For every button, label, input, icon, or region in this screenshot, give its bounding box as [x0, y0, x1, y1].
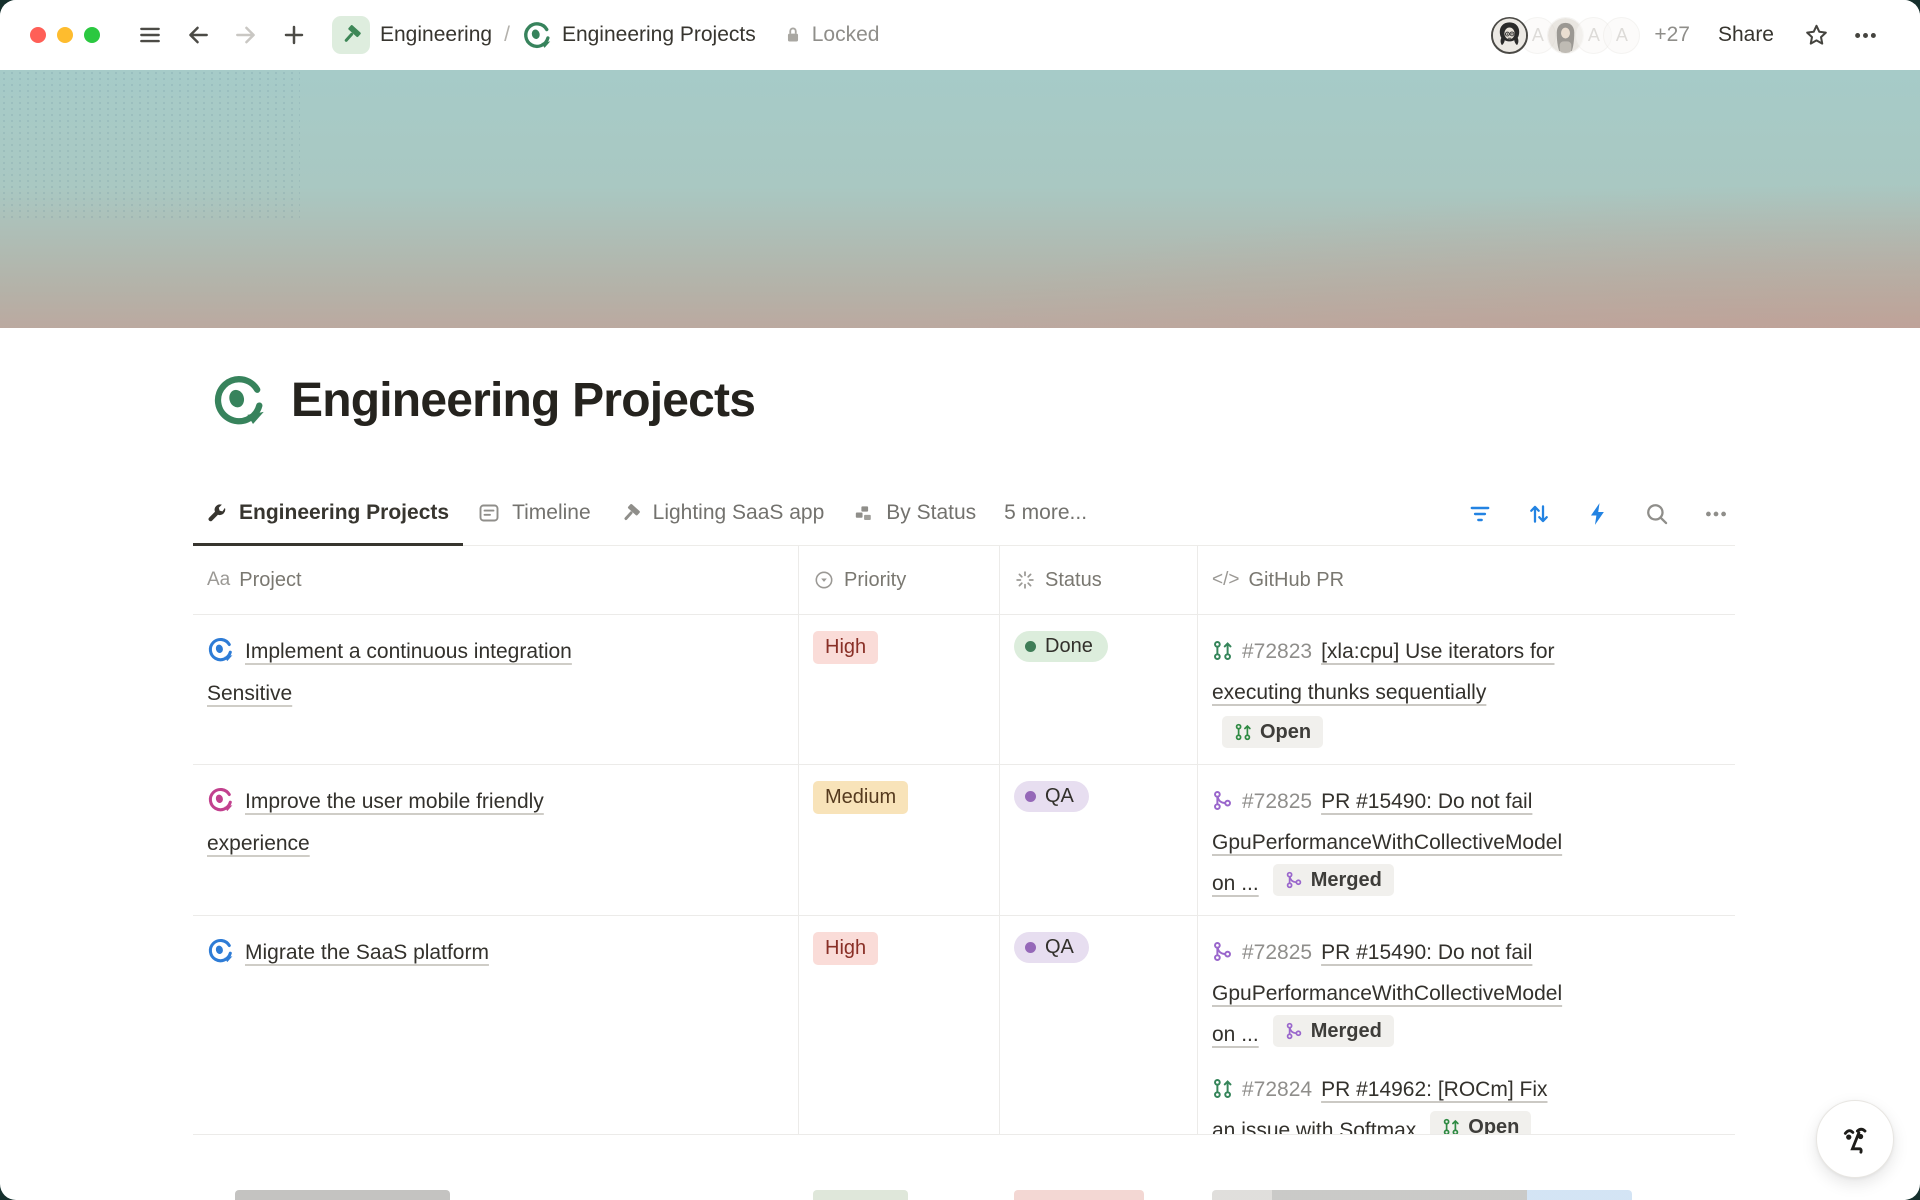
table-row-partial: [193, 1187, 1735, 1200]
project-page-swirl-icon: [207, 636, 234, 663]
breadcrumb-workspace[interactable]: Engineering: [380, 23, 492, 47]
breadcrumb: Engineering / Engineering Projects: [332, 16, 756, 54]
pr-open-icon: [1212, 1078, 1233, 1099]
column-header-status[interactable]: Status: [1000, 546, 1198, 614]
column-header-github-pr[interactable]: </> GitHub PR: [1198, 546, 1735, 614]
status-dot: [1025, 791, 1036, 802]
cell-priority[interactable]: High: [799, 614, 1000, 764]
favorite-star-button[interactable]: [1799, 18, 1834, 53]
pr-state-badge: Merged: [1273, 1015, 1394, 1047]
tab-timeline[interactable]: Timeline: [463, 483, 605, 546]
back-button[interactable]: [181, 18, 215, 52]
tab-engineering-projects[interactable]: Engineering Projects: [193, 483, 463, 546]
search-icon[interactable]: [1642, 499, 1672, 529]
page-title[interactable]: Engineering Projects: [291, 373, 755, 428]
app-window: Engineering / Engineering Projects Locke…: [0, 0, 1920, 1200]
view-more-icon[interactable]: [1701, 499, 1731, 529]
pr-merged-icon: [1212, 941, 1233, 962]
pr-open-icon: [1212, 640, 1233, 661]
wrench-icon: [205, 502, 228, 525]
status-dot: [1025, 641, 1036, 652]
locked-label: Locked: [812, 23, 880, 47]
automation-lightning-icon[interactable]: [1583, 499, 1613, 529]
window-topbar: Engineering / Engineering Projects Locke…: [0, 0, 1920, 70]
share-button[interactable]: Share: [1712, 22, 1780, 48]
text-property-icon: Aa: [207, 569, 230, 591]
locked-indicator[interactable]: Locked: [782, 23, 880, 47]
forward-button[interactable]: [229, 18, 263, 52]
close-window-button[interactable]: [30, 27, 46, 43]
pr-open-icon: [1234, 723, 1252, 741]
cell-status[interactable]: QA: [1000, 764, 1198, 915]
code-property-icon: </>: [1212, 569, 1239, 591]
priority-badge[interactable]: High: [813, 631, 878, 664]
project-page-swirl-icon: [207, 937, 234, 964]
status-dot: [1025, 942, 1036, 953]
pr-state-badge: Open: [1222, 716, 1323, 748]
project-title-link[interactable]: Migrate the SaaS platform: [245, 941, 489, 964]
cell-project[interactable]: Migrate the SaaS platform: [193, 915, 799, 1135]
cell-github-pr[interactable]: #72823[xla:cpu] Use iterators for execut…: [1198, 614, 1735, 764]
pr-merged-icon: [1212, 790, 1233, 811]
pr-merged-icon: [1285, 871, 1303, 889]
status-badge[interactable]: Done: [1014, 631, 1108, 662]
maximize-window-button[interactable]: [84, 27, 100, 43]
sort-icon[interactable]: [1524, 499, 1554, 529]
priority-badge[interactable]: High: [813, 932, 878, 965]
page-icon[interactable]: [211, 372, 267, 428]
cell-priority[interactable]: Medium: [799, 764, 1000, 915]
project-page-swirl-icon: [207, 786, 234, 813]
timeline-icon: [477, 501, 501, 525]
cover-image[interactable]: [0, 70, 1920, 328]
traffic-lights: [30, 27, 100, 43]
pull-request-link[interactable]: #72823[xla:cpu] Use iterators for execut…: [1212, 640, 1555, 704]
cell-project[interactable]: Implement a continuous integration Sensi…: [193, 614, 799, 764]
breadcrumb-separator: /: [504, 23, 510, 47]
board-icon: [852, 502, 875, 525]
avatar-initial[interactable]: A: [1603, 17, 1640, 54]
filter-icon[interactable]: [1465, 499, 1495, 529]
cell-github-pr[interactable]: #72825PR #15490: Do not fail GpuPerforma…: [1198, 764, 1735, 915]
column-header-priority[interactable]: Priority: [799, 546, 1000, 614]
project-title-link[interactable]: Improve the user mobile friendly experie…: [207, 790, 544, 855]
status-badge[interactable]: QA: [1014, 932, 1089, 963]
avatar-overflow-count[interactable]: +27: [1654, 23, 1690, 47]
new-tab-button[interactable]: [277, 18, 311, 52]
view-tabs: Engineering Projects Timeline Lighting S…: [193, 483, 1735, 546]
select-property-icon: [813, 569, 835, 591]
more-options-button[interactable]: [1848, 18, 1883, 53]
avatar-stack[interactable]: A A A: [1491, 17, 1640, 54]
project-title-link[interactable]: Implement a continuous integration Sensi…: [207, 640, 572, 705]
notion-ai-button[interactable]: [1816, 1100, 1894, 1178]
tab-lighting-saas-app[interactable]: Lighting SaaS app: [605, 483, 839, 546]
pr-open-icon: [1442, 1118, 1460, 1135]
pr-merged-icon: [1285, 1022, 1303, 1040]
cell-github-pr[interactable]: #72825PR #15490: Do not fail GpuPerforma…: [1198, 915, 1735, 1135]
sidebar-toggle-button[interactable]: [133, 18, 167, 52]
cell-status[interactable]: QA: [1000, 915, 1198, 1135]
cell-priority[interactable]: High: [799, 915, 1000, 1135]
cell-status[interactable]: Done: [1000, 614, 1198, 764]
tab-by-status[interactable]: By Status: [838, 483, 990, 546]
pr-state-badge: Open: [1430, 1111, 1531, 1135]
breadcrumb-page[interactable]: Engineering Projects: [562, 23, 756, 47]
priority-badge[interactable]: Medium: [813, 781, 908, 814]
cell-project[interactable]: Improve the user mobile friendly experie…: [193, 764, 799, 915]
page-swirl-icon: [522, 20, 552, 50]
column-header-project[interactable]: Aa Project: [193, 546, 799, 614]
avatar-illustrated[interactable]: [1491, 17, 1528, 54]
hammer-icon: [619, 502, 642, 525]
hammer-icon[interactable]: [332, 16, 370, 54]
database-table: Aa Project Priority Status </> GitHub PR…: [193, 546, 1735, 1135]
minimize-window-button[interactable]: [57, 27, 73, 43]
status-badge[interactable]: QA: [1014, 781, 1089, 812]
pr-state-badge: Merged: [1273, 864, 1394, 896]
lock-icon: [782, 24, 804, 46]
more-views-button[interactable]: 5 more...: [990, 483, 1101, 546]
status-property-icon: [1014, 569, 1036, 591]
